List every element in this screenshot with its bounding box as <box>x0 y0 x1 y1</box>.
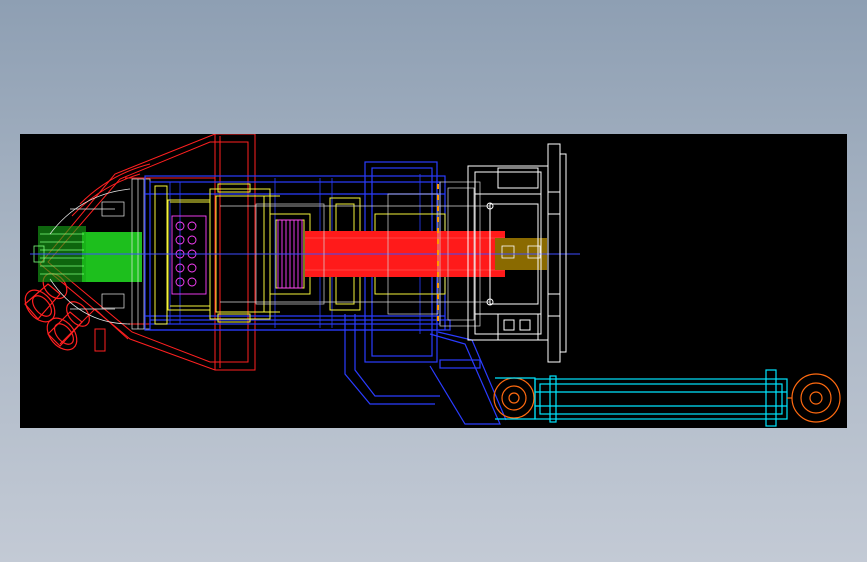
hydraulic-cylinder <box>534 369 788 427</box>
cylinder-rod-end-left <box>493 377 536 420</box>
cad-viewport[interactable] <box>20 134 847 428</box>
main-frame <box>144 161 507 425</box>
cad-drawing <box>24 134 841 427</box>
cylinder-rod-end-right <box>787 373 841 423</box>
bearing-cluster <box>171 215 303 295</box>
